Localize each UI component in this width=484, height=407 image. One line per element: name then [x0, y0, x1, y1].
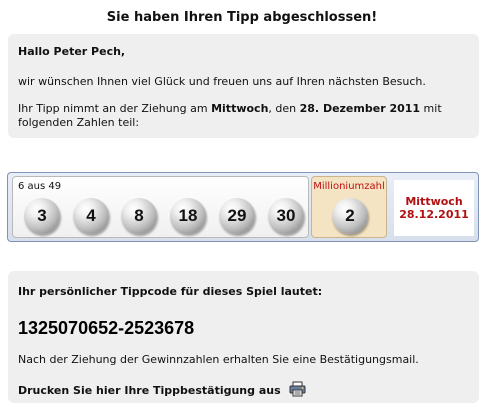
tippcode-panel: Ihr persönlicher Tippcode für dieses Spi…: [8, 271, 479, 403]
tipp-info-day: Mittwoch: [211, 102, 269, 115]
numbers-box: 6 aus 49 3 4 8 18 29 30: [12, 176, 309, 238]
tippcode-value: 1325070652-2523678: [18, 318, 195, 338]
tipp-info-text: Ihr Tipp nimmt an der Ziehung am Mittwoc…: [18, 102, 469, 130]
numbers-label: 6 aus 49: [18, 181, 62, 192]
lotto-ball: 18: [170, 198, 206, 234]
draw-date-box: Mittwoch 28.12.2011: [394, 180, 474, 236]
printer-icon[interactable]: [289, 381, 306, 397]
print-link[interactable]: Drucken Sie hier Ihre Tippbestätigung au…: [18, 384, 281, 398]
tippcode-heading: Ihr persönlicher Tippcode für dieses Spi…: [18, 285, 323, 298]
lotto-ball: 4: [73, 198, 109, 234]
tipp-info-prefix: Ihr Tipp nimmt an der Ziehung am: [18, 102, 212, 115]
greeting-text: Hallo Peter Pech,: [18, 45, 126, 58]
print-row: Drucken Sie hier Ihre Tippbestätigung au…: [18, 381, 469, 398]
lotto-ball: 8: [121, 198, 157, 234]
lotto-ball: 3: [24, 198, 60, 234]
lotto-ball: 30: [268, 198, 304, 234]
tipp-info-middle: , den: [268, 102, 300, 115]
lotto-ball: 29: [219, 198, 255, 234]
draw-day: Mittwoch: [405, 195, 463, 208]
million-number-label: Millioniumzahl: [313, 181, 385, 192]
page-title: Sie haben Ihren Tipp abgeschlossen!: [106, 10, 378, 25]
draw-date: 28.12.2011: [399, 208, 469, 221]
lotto-ticket-strip: 6 aus 49 3 4 8 18 29 30 Millioniumzahl 2…: [7, 172, 479, 242]
million-number-box: Millioniumzahl 2: [311, 176, 387, 238]
greeting-panel: Hallo Peter Pech, wir wünschen Ihnen vie…: [8, 34, 479, 138]
tipp-info-date: 28. Dezember 2011: [299, 102, 421, 115]
wish-text: wir wünschen Ihnen viel Glück und freuen…: [18, 75, 426, 88]
million-ball: 2: [332, 198, 368, 234]
confirmation-text: Nach der Ziehung der Gewinnzahlen erhalt…: [18, 353, 419, 366]
